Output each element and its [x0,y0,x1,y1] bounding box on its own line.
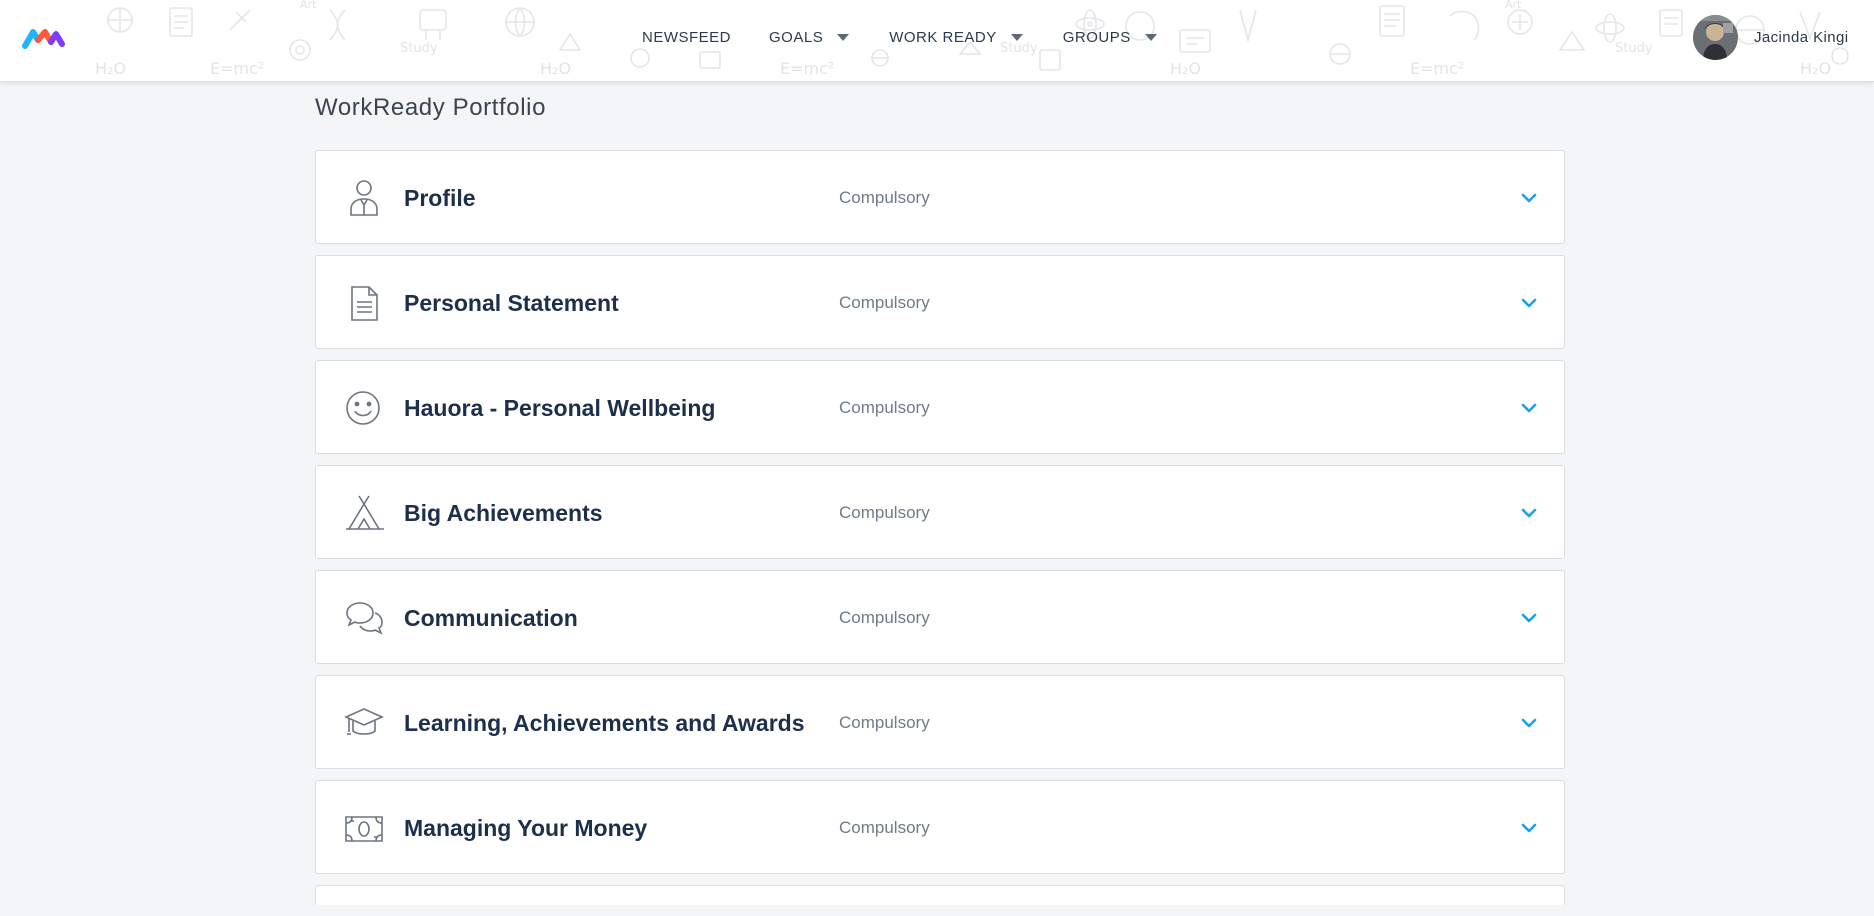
section-title: Hauora - Personal Wellbeing [404,395,716,421]
brand-logo[interactable] [22,26,66,52]
section-title: Personal Statement [404,290,619,316]
svg-text:H₂O: H₂O [540,59,571,78]
chevron-down-icon[interactable] [1520,399,1538,417]
section-status: Compulsory [839,398,930,417]
top-navigation-bar: H₂O E=mc² Study H₂O E=mc² Study H₂O E=mc… [0,0,1874,82]
portfolio-section-list: Profile Compulsory Personal Statement Co… [315,150,1565,916]
section-card-profile[interactable]: Profile Compulsory [315,150,1565,244]
section-status: Compulsory [839,608,930,627]
tent-icon [346,495,384,530]
nav-newsfeed-label: NEWSFEED [642,28,732,46]
section-title: Managing Your Money [404,815,648,841]
svg-text:Art: Art [300,0,317,11]
section-status: Compulsory [839,293,930,312]
svg-text:Study: Study [400,41,438,56]
document-icon [351,286,378,321]
svg-text:E=mc²: E=mc² [1410,59,1464,78]
section-card-next-partial[interactable] [315,885,1565,905]
nav-work-ready[interactable]: WORK READY [889,0,1023,74]
chevron-down-icon[interactable] [1520,714,1538,732]
section-card-learning-achievements-awards[interactable]: Learning, Achievements and Awards Compul… [315,675,1565,769]
avatar[interactable] [1693,14,1738,60]
section-status: Compulsory [839,188,930,207]
profile-person-icon [350,180,378,216]
chevron-down-icon[interactable] [1520,609,1538,627]
section-title: Communication [404,605,578,631]
avatar-photo-icon [1693,14,1738,60]
nav-goals-label: GOALS [769,28,824,46]
caret-down-icon [1010,33,1023,41]
section-card-hauora[interactable]: Hauora - Personal Wellbeing Compulsory [315,360,1565,454]
section-status: Compulsory [839,503,930,522]
nav-work-ready-label: WORK READY [889,28,997,46]
chevron-down-icon[interactable] [1520,504,1538,522]
section-title: Big Achievements [404,500,603,526]
banknote-icon [345,816,383,842]
nav-newsfeed[interactable]: NEWSFEED [642,0,731,74]
user-name[interactable]: Jacinda Kingi [1754,29,1874,46]
svg-text:H₂O: H₂O [1170,59,1201,78]
svg-text:Art: Art [1505,0,1522,11]
speech-bubbles-icon [346,602,383,635]
graduation-cap-icon [344,708,384,735]
caret-down-icon [837,33,850,41]
user-menu[interactable]: Jacinda Kingi [1693,14,1874,60]
svg-text:H₂O: H₂O [1800,59,1831,78]
nav-groups[interactable]: GROUPS [1063,0,1157,74]
section-card-managing-your-money[interactable]: Managing Your Money Compulsory [315,780,1565,874]
main-nav: NEWSFEED GOALS WORK READY GROUPS [642,0,1157,74]
page-title: WorkReady Portfolio [315,94,547,121]
section-status: Compulsory [839,713,930,732]
section-status: Compulsory [839,818,930,837]
chevron-down-icon[interactable] [1520,294,1538,312]
caret-down-icon [1144,33,1157,41]
section-title: Profile [404,185,476,211]
section-card-personal-statement[interactable]: Personal Statement Compulsory [315,255,1565,349]
nav-goals[interactable]: GOALS [769,0,850,74]
section-card-big-achievements[interactable]: Big Achievements Compulsory [315,465,1565,559]
smiley-face-icon [346,391,380,425]
svg-text:H₂O: H₂O [95,59,126,78]
nav-groups-label: GROUPS [1062,28,1131,46]
chevron-down-icon[interactable] [1520,819,1538,837]
section-title: Learning, Achievements and Awards [404,710,805,736]
section-card-communication[interactable]: Communication Compulsory [315,570,1565,664]
svg-text:E=mc²: E=mc² [210,59,264,78]
svg-text:Study: Study [1615,41,1653,56]
chevron-down-icon[interactable] [1520,189,1538,207]
